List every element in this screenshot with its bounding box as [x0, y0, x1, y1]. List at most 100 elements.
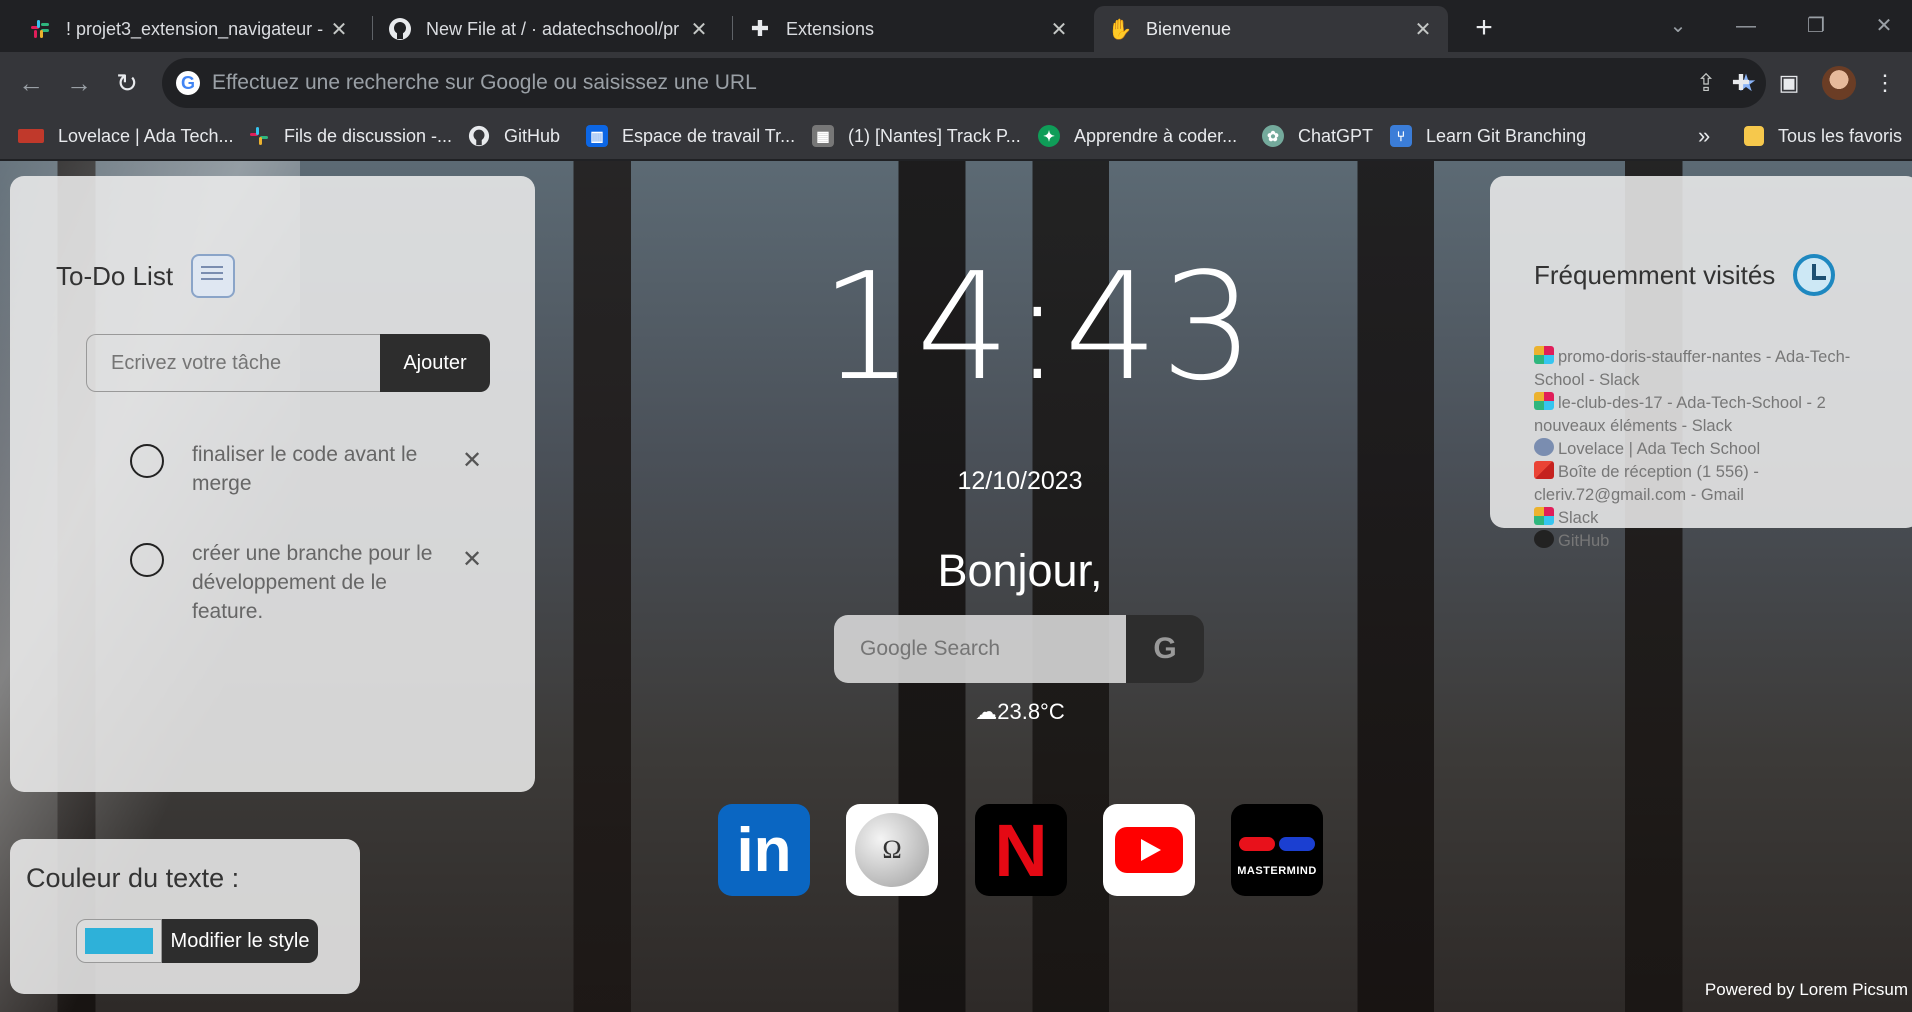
text-color-card: Couleur du texte : Modifier le style	[10, 839, 360, 994]
task-input[interactable]	[86, 334, 380, 392]
google-icon: G	[176, 71, 200, 95]
avatar[interactable]	[1822, 66, 1856, 100]
close-icon[interactable]: ✕	[1048, 17, 1070, 42]
bookmarks-overflow-button[interactable]: »	[1698, 114, 1710, 158]
bookmark-item[interactable]: Lovelace | Ada Tech...	[18, 114, 233, 158]
frequent-link[interactable]: Boîte de réception (1 556) - cleriv.72@g…	[1534, 461, 1864, 507]
frequent-link-text: Boîte de réception (1 556) - cleriv.72@g…	[1534, 463, 1759, 504]
toolbar: ← → ↻ G Effectuez une recherche sur Goog…	[0, 52, 1912, 114]
frequent-link[interactable]: Slack	[1534, 507, 1864, 530]
wikipedia-icon: Ω	[855, 813, 929, 887]
netflix-link[interactable]: N	[975, 804, 1067, 896]
chatgpt-icon: ✿	[1262, 125, 1284, 147]
bookmark-label: GitHub	[504, 125, 561, 146]
tab-title: Extensions	[786, 18, 875, 39]
tab-extensions[interactable]: ✚ Extensions ✕	[734, 6, 1084, 52]
task-checkbox[interactable]	[130, 444, 164, 478]
apply-style-button[interactable]: Modifier le style	[162, 919, 318, 963]
bookmark-item[interactable]: ▦ (1) [Nantes] Track P...	[812, 114, 1021, 158]
tab-search-chevron-icon[interactable]: ⌄	[1658, 8, 1698, 44]
bookmark-label: (1) [Nantes] Track P...	[848, 125, 1021, 146]
bookmark-item[interactable]: ⑂ Learn Git Branching	[1390, 114, 1586, 158]
back-arrow-icon[interactable]: ←	[12, 64, 50, 102]
bookmark-item[interactable]: GitHub	[468, 114, 560, 158]
new-tab-button[interactable]: +	[1466, 10, 1502, 46]
frequent-link-text: le-club-des-17 - Ada-Tech-School - 2 nou…	[1534, 394, 1826, 435]
frequently-visited-title: Fréquemment visités	[1534, 254, 1836, 296]
slack-icon	[1534, 346, 1554, 364]
cloud-icon: ☁	[975, 699, 998, 724]
frequent-link[interactable]: promo-doris-stauffer-nantes - Ada-Tech-S…	[1534, 346, 1864, 392]
tab-title: New File at / · adatechschool/pr	[426, 18, 680, 39]
task-item: finaliser le code avant le merge ✕	[130, 440, 490, 498]
tab-projet3[interactable]: ! projet3_extension_navigateur - ✕	[14, 6, 364, 52]
new-tab-page: To-Do List Ajouter finaliser le code ava…	[0, 161, 1912, 1012]
slack-icon	[28, 17, 52, 41]
color-picker[interactable]	[76, 919, 162, 963]
side-panel-icon[interactable]: ▣	[1770, 64, 1808, 102]
delete-task-icon[interactable]: ✕	[462, 545, 482, 574]
bookmarks-bar: Lovelace | Ada Tech... Fils de discussio…	[0, 114, 1912, 160]
all-bookmarks-folder[interactable]: Tous les favoris	[1744, 114, 1902, 158]
todo-card: To-Do List Ajouter finaliser le code ava…	[10, 176, 535, 792]
bookmark-label: Learn Git Branching	[1426, 125, 1587, 146]
frequent-link[interactable]: le-club-des-17 - Ada-Tech-School - 2 nou…	[1534, 392, 1864, 438]
mastermind-icon	[1239, 837, 1315, 851]
share-icon[interactable]: ⇪	[1686, 69, 1726, 98]
tab-title: Bienvenue	[1146, 18, 1232, 39]
google-search-input[interactable]	[834, 615, 1126, 683]
close-icon[interactable]: ✕	[1412, 17, 1434, 42]
more-menu-icon[interactable]: ⋮	[1866, 64, 1904, 102]
bookmark-item[interactable]: ▥ Espace de travail Tr...	[586, 114, 795, 158]
bookmark-label: Lovelace | Ada Tech...	[58, 125, 234, 146]
tab-strip: ! projet3_extension_navigateur - ✕ New F…	[0, 0, 1912, 52]
slack-icon	[1534, 507, 1554, 525]
frequent-link[interactable]: GitHub	[1534, 530, 1864, 553]
task-text: créer une branche pour le développement …	[192, 542, 433, 623]
youtube-link[interactable]	[1103, 804, 1195, 896]
omnibox[interactable]: G Effectuez une recherche sur Google ou …	[162, 58, 1766, 108]
task-item: créer une branche pour le développement …	[130, 539, 490, 626]
delete-task-icon[interactable]: ✕	[462, 446, 482, 475]
bookmark-label: ChatGPT	[1298, 125, 1374, 146]
tab-bienvenue[interactable]: ✋ Bienvenue ✕	[1094, 6, 1448, 52]
extensions-puzzle-icon[interactable]: ✚	[1722, 64, 1760, 102]
linkedin-link[interactable]: in	[718, 804, 810, 896]
close-window-button[interactable]: ✕	[1864, 8, 1904, 44]
task-text: finaliser le code avant le merge	[192, 443, 418, 495]
bookmark-item[interactable]: ✿ ChatGPT	[1262, 114, 1373, 158]
bookmark-label: Tous les favoris	[1778, 125, 1903, 146]
wikipedia-link[interactable]: Ω	[846, 804, 938, 896]
tab-github-new-file[interactable]: New File at / · adatechschool/pr ✕	[374, 6, 724, 52]
trello-icon: ▥	[586, 125, 608, 147]
minimize-button[interactable]: —	[1726, 8, 1766, 44]
git-branch-icon: ⑂	[1390, 125, 1412, 147]
github-icon	[468, 125, 490, 147]
close-icon[interactable]: ✕	[688, 17, 710, 42]
history-clock-icon	[1793, 254, 1836, 296]
frequent-link[interactable]: Lovelace | Ada Tech School	[1534, 438, 1864, 461]
notepad-icon	[191, 254, 236, 298]
google-search-button[interactable]: G	[1126, 615, 1204, 683]
bookmark-item[interactable]: Fils de discussion -...	[248, 114, 452, 158]
code-icon: ✦	[1038, 125, 1060, 147]
add-task-button[interactable]: Ajouter	[380, 334, 490, 392]
track-icon: ▦	[812, 125, 834, 147]
folder-icon	[1744, 126, 1764, 146]
github-icon	[388, 17, 412, 41]
powered-by-credit: Powered by Lorem Picsum	[1704, 980, 1908, 999]
omnibox-placeholder: Effectuez une recherche sur Google ou sa…	[212, 71, 757, 94]
gmail-icon	[1534, 461, 1554, 479]
forward-arrow-icon[interactable]: →	[60, 64, 98, 102]
bookmark-item[interactable]: ✦ Apprendre à coder...	[1038, 114, 1237, 158]
todo-title: To-Do List	[56, 254, 236, 298]
mastermind-link[interactable]: MASTERMIND	[1231, 804, 1323, 896]
mastermind-label: MASTERMIND	[1237, 865, 1317, 877]
task-checkbox[interactable]	[130, 543, 164, 577]
reload-icon[interactable]: ↻	[108, 64, 146, 102]
greeting: Bonjour,	[937, 545, 1103, 596]
close-icon[interactable]: ✕	[328, 17, 350, 42]
temperature: 23.8°C	[997, 699, 1065, 724]
lovelace-icon	[18, 129, 44, 143]
restore-button[interactable]: ❐	[1796, 8, 1836, 44]
